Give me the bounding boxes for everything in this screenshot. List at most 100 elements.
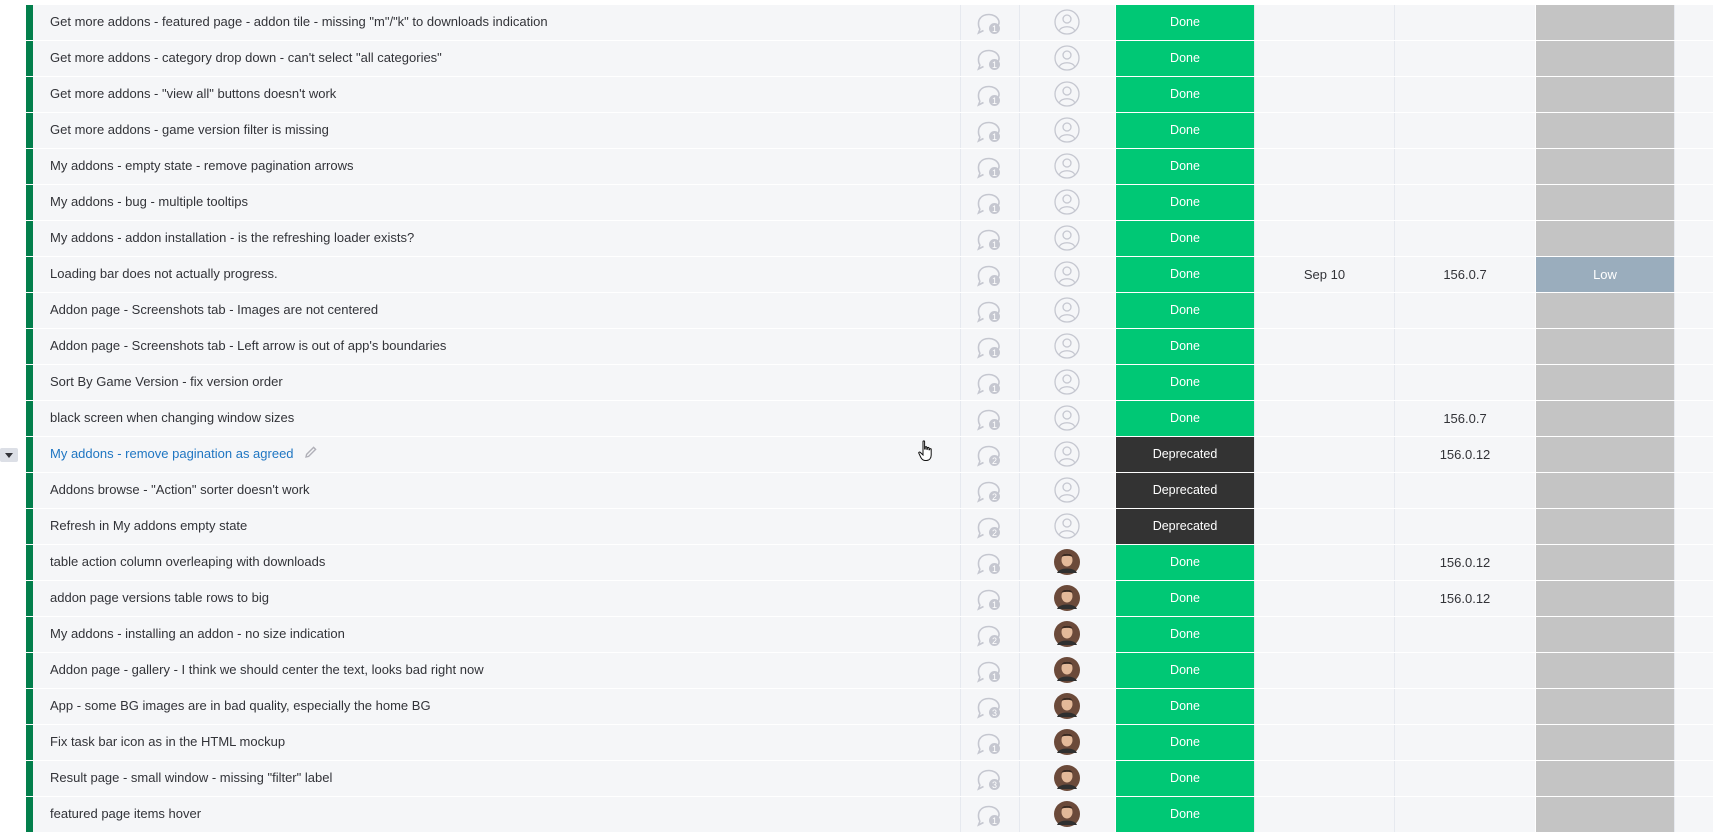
speech-bubble-icon[interactable]: 1: [976, 227, 1004, 251]
empty-person-icon[interactable]: [1054, 441, 1080, 467]
item-name-cell[interactable]: Get more addons - "view all" buttons doe…: [26, 77, 960, 112]
updates-cell[interactable]: 1: [960, 329, 1019, 364]
status-label[interactable]: Done: [1115, 113, 1254, 148]
updates-cell[interactable]: 1: [960, 797, 1019, 832]
version-cell[interactable]: [1394, 41, 1535, 76]
table-row[interactable]: Addons browse - "Action" sorter doesn't …: [0, 473, 1713, 508]
status-label[interactable]: Deprecated: [1115, 473, 1254, 508]
item-name-cell[interactable]: Refresh in My addons empty state: [26, 509, 960, 544]
updates-cell[interactable]: 1: [960, 653, 1019, 688]
item-name-cell[interactable]: featured page items hover: [26, 797, 960, 832]
status-label[interactable]: Done: [1115, 545, 1254, 580]
version-cell[interactable]: [1394, 797, 1535, 832]
speech-bubble-icon[interactable]: 1: [976, 191, 1004, 215]
extra-column-cell[interactable]: [1674, 329, 1713, 364]
status-label[interactable]: Done: [1115, 41, 1254, 76]
status-label[interactable]: Done: [1115, 689, 1254, 724]
empty-person-icon[interactable]: [1054, 153, 1080, 179]
date-cell[interactable]: [1254, 365, 1394, 400]
item-name-cell[interactable]: Addon page - Screenshots tab - Left arro…: [26, 329, 960, 364]
owner-cell[interactable]: [1019, 617, 1115, 652]
item-name-cell[interactable]: My addons - empty state - remove paginat…: [26, 149, 960, 184]
priority-label[interactable]: [1535, 797, 1674, 832]
extra-column-cell[interactable]: [1674, 689, 1713, 724]
owner-cell[interactable]: [1019, 581, 1115, 616]
item-name[interactable]: Fix task bar icon as in the HTML mockup: [50, 734, 285, 749]
owner-cell[interactable]: [1019, 113, 1115, 148]
empty-person-icon[interactable]: [1054, 81, 1080, 107]
avatar[interactable]: [1054, 801, 1080, 827]
item-name[interactable]: Loading bar does not actually progress.: [50, 266, 278, 281]
item-name-cell[interactable]: addon page versions table rows to big: [26, 581, 960, 616]
priority-label[interactable]: [1535, 617, 1674, 652]
item-name[interactable]: My addons - bug - multiple tooltips: [50, 194, 248, 209]
item-name-cell[interactable]: App - some BG images are in bad quality,…: [26, 689, 960, 724]
speech-bubble-icon[interactable]: 1: [976, 731, 1004, 755]
priority-label[interactable]: [1535, 221, 1674, 256]
extra-column-cell[interactable]: [1674, 437, 1713, 472]
priority-label[interactable]: [1535, 545, 1674, 580]
extra-column-cell[interactable]: [1674, 653, 1713, 688]
item-name-cell[interactable]: Get more addons - featured page - addon …: [26, 5, 960, 40]
status-label[interactable]: Done: [1115, 365, 1254, 400]
item-name-cell[interactable]: My addons - installing an addon - no siz…: [26, 617, 960, 652]
table-row[interactable]: Get more addons - featured page - addon …: [0, 5, 1713, 40]
item-name-cell[interactable]: table action column overleaping with dow…: [26, 545, 960, 580]
extra-column-cell[interactable]: [1674, 509, 1713, 544]
speech-bubble-icon[interactable]: 2: [976, 515, 1004, 539]
version-cell[interactable]: [1394, 5, 1535, 40]
updates-cell[interactable]: 3: [960, 689, 1019, 724]
date-cell[interactable]: [1254, 473, 1394, 508]
version-cell[interactable]: [1394, 689, 1535, 724]
item-name[interactable]: featured page items hover: [50, 806, 201, 821]
item-name[interactable]: black screen when changing window sizes: [50, 410, 294, 425]
owner-cell[interactable]: [1019, 797, 1115, 832]
extra-column-cell[interactable]: [1674, 149, 1713, 184]
item-name-cell[interactable]: Fix task bar icon as in the HTML mockup: [26, 725, 960, 760]
date-cell[interactable]: [1254, 77, 1394, 112]
updates-cell[interactable]: 1: [960, 221, 1019, 256]
item-name[interactable]: Get more addons - "view all" buttons doe…: [50, 86, 336, 101]
speech-bubble-icon[interactable]: 1: [976, 155, 1004, 179]
extra-column-cell[interactable]: [1674, 797, 1713, 832]
version-cell[interactable]: 156.0.12: [1394, 581, 1535, 616]
updates-cell[interactable]: 1: [960, 365, 1019, 400]
updates-cell[interactable]: 1: [960, 545, 1019, 580]
status-label[interactable]: Done: [1115, 293, 1254, 328]
owner-cell[interactable]: [1019, 761, 1115, 796]
item-name-cell[interactable]: black screen when changing window sizes: [26, 401, 960, 436]
date-cell[interactable]: [1254, 149, 1394, 184]
priority-label[interactable]: [1535, 5, 1674, 40]
status-label[interactable]: Done: [1115, 797, 1254, 832]
owner-cell[interactable]: [1019, 725, 1115, 760]
table-row[interactable]: Addon page - Screenshots tab - Images ar…: [0, 293, 1713, 328]
version-cell[interactable]: [1394, 293, 1535, 328]
version-cell[interactable]: 156.0.7: [1394, 257, 1535, 292]
item-name-cell[interactable]: My addons - bug - multiple tooltips: [26, 185, 960, 220]
date-cell[interactable]: [1254, 617, 1394, 652]
date-cell[interactable]: [1254, 293, 1394, 328]
item-name-cell[interactable]: Sort By Game Version - fix version order: [26, 365, 960, 400]
speech-bubble-icon[interactable]: 1: [976, 335, 1004, 359]
extra-column-cell[interactable]: [1674, 5, 1713, 40]
priority-label[interactable]: Low: [1535, 257, 1674, 292]
version-cell[interactable]: [1394, 329, 1535, 364]
extra-column-cell[interactable]: [1674, 401, 1713, 436]
table-row[interactable]: black screen when changing window sizes 1…: [0, 401, 1713, 436]
table-row[interactable]: addon page versions table rows to big 1 Do…: [0, 581, 1713, 616]
status-label[interactable]: Done: [1115, 221, 1254, 256]
item-name[interactable]: Sort By Game Version - fix version order: [50, 374, 283, 389]
owner-cell[interactable]: [1019, 149, 1115, 184]
item-name[interactable]: My addons - empty state - remove paginat…: [50, 158, 353, 173]
owner-cell[interactable]: [1019, 77, 1115, 112]
owner-cell[interactable]: [1019, 293, 1115, 328]
table-row[interactable]: Loading bar does not actually progress. 1…: [0, 257, 1713, 292]
table-row[interactable]: My addons - empty state - remove paginat…: [0, 149, 1713, 184]
date-cell[interactable]: [1254, 797, 1394, 832]
extra-column-cell[interactable]: [1674, 581, 1713, 616]
speech-bubble-icon[interactable]: 1: [976, 371, 1004, 395]
priority-label[interactable]: [1535, 437, 1674, 472]
table-row[interactable]: Addon page - gallery - I think we should…: [0, 653, 1713, 688]
owner-cell[interactable]: [1019, 653, 1115, 688]
item-name-cell[interactable]: Addons browse - "Action" sorter doesn't …: [26, 473, 960, 508]
